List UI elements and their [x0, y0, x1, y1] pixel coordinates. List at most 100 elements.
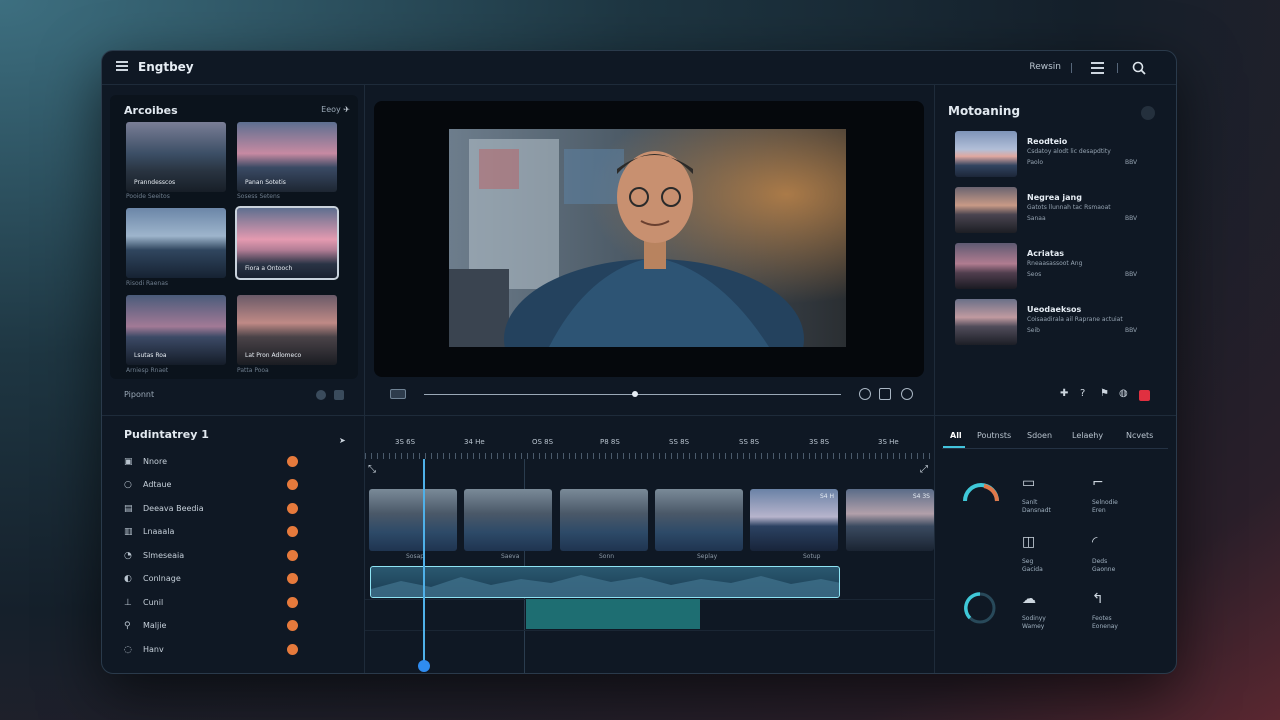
effect-item[interactable]: ◌ Hanv	[124, 644, 300, 658]
add-icon[interactable]: ✚	[1060, 388, 1068, 399]
arc-icon: ◜	[1092, 534, 1098, 550]
video-clip[interactable]: S4 3S	[846, 489, 934, 551]
ruler-label: OS 8S	[532, 438, 554, 446]
archives-panel: Arcoibes Eeoy ✈ Pranndesscos Pooide Seei…	[110, 95, 358, 379]
video-clip[interactable]	[560, 489, 648, 551]
archive-thumbnail[interactable]: Lat Pron Adlomeco	[237, 295, 337, 365]
tab-presets[interactable]: Poutnsts	[977, 431, 1011, 440]
clip-badge: S4 H	[819, 493, 834, 500]
effect-item[interactable]: ⚲ Maljie	[124, 620, 300, 634]
editor-window: Engtbey Rewsin Arcoibes Eeoy ✈ Pranndess…	[101, 50, 1177, 674]
video-clip[interactable]: S4 H	[750, 489, 838, 551]
search-icon[interactable]	[1132, 61, 1146, 75]
list-menu-icon[interactable]	[1091, 62, 1104, 77]
audio-track-clip[interactable]	[370, 566, 840, 598]
preview-frame	[449, 129, 846, 347]
monitoring-thumb	[955, 187, 1017, 233]
effect-toggle[interactable]	[287, 550, 298, 561]
hamburger-menu-icon[interactable]	[116, 61, 128, 71]
scrub-handle[interactable]	[632, 391, 638, 397]
video-clip[interactable]	[655, 489, 743, 551]
gauge-icon[interactable]	[962, 483, 1000, 503]
title-bar: Engtbey Rewsin	[102, 51, 1176, 85]
timecode-chip[interactable]	[390, 389, 406, 399]
monitoring-item[interactable]: Ueodaeksos Coisaadirala ail Raprane actu…	[955, 299, 1155, 347]
ruler-label: SS 8S	[739, 438, 760, 446]
video-clip[interactable]	[369, 489, 457, 551]
ruler-label: 34 He	[464, 438, 485, 446]
hook-icon: ⌐	[1092, 475, 1104, 491]
monitoring-item[interactable]: Negrea jang Gatots llunnah tac Rsmaoat S…	[955, 187, 1155, 235]
tab-scenes[interactable]: Sdoen	[1027, 431, 1052, 440]
curve-icon: ↰	[1092, 591, 1104, 607]
video-clip[interactable]	[464, 489, 552, 551]
video-preview[interactable]	[374, 101, 924, 377]
monitor-icon: ▭	[1022, 475, 1036, 491]
effect-toggle[interactable]	[287, 644, 298, 655]
expand-icon[interactable]: ⤢	[920, 464, 928, 475]
panel-icon: ▥	[124, 527, 133, 537]
archive-thumbnail[interactable]: Panan Sotetis	[237, 122, 337, 192]
tab-events[interactable]: Ncvets	[1126, 431, 1153, 440]
ruler-label: P8 8S	[600, 438, 620, 446]
playhead-handle[interactable]	[418, 660, 430, 672]
split-icon[interactable]	[879, 388, 891, 400]
pin-icon[interactable]: ➤	[339, 436, 346, 445]
split-view-icon: ◫	[1022, 534, 1036, 550]
effect-item[interactable]: ◔ Slmeseaia	[124, 550, 300, 564]
effect-item[interactable]: ▥ Lnaaala	[124, 526, 300, 540]
info-icon[interactable]	[901, 388, 913, 400]
effect-toggle[interactable]	[287, 573, 298, 584]
effect-toggle[interactable]	[287, 526, 298, 537]
effect-track-clip[interactable]	[526, 599, 700, 629]
archives-sort-button[interactable]: Eeoy ✈	[321, 105, 350, 114]
folder-icon[interactable]	[334, 390, 344, 400]
monitoring-thumb	[955, 299, 1017, 345]
collapse-icon[interactable]: ⤡	[368, 464, 376, 475]
globe-icon[interactable]: ◍	[1119, 388, 1128, 399]
effect-toggle[interactable]	[287, 456, 298, 467]
clip-label: Sonn	[599, 553, 615, 560]
spinner-icon[interactable]	[962, 590, 998, 626]
refresh-icon[interactable]	[316, 390, 326, 400]
monitoring-item[interactable]: Reodteio Csdatoy alodt lic desapdtity Pa…	[955, 131, 1155, 179]
thumb-caption: Arniesp Rnaet	[126, 367, 169, 374]
cloud-icon: ☁	[1022, 591, 1036, 607]
effect-toggle[interactable]	[287, 597, 298, 608]
monitoring-item[interactable]: Acriatas Rneaasassoot Ang Seos BBV	[955, 243, 1155, 291]
tab-divider	[942, 448, 1168, 449]
effect-item[interactable]: ▤ Deeava Beedia	[124, 503, 300, 517]
tab-library[interactable]: Lelaehy	[1072, 431, 1103, 440]
record-icon[interactable]	[1139, 390, 1150, 401]
clip-label: Saeva	[501, 553, 520, 560]
monitoring-search-icon[interactable]	[1141, 106, 1155, 120]
divider	[934, 85, 935, 673]
monitoring-thumb	[955, 243, 1017, 289]
effect-toggle[interactable]	[287, 503, 298, 514]
archives-title: Arcoibes	[124, 104, 178, 117]
clip-label: Seplay	[697, 553, 718, 560]
divider	[364, 85, 365, 673]
thumb-caption: Risodi Raenas	[126, 280, 169, 287]
archive-thumbnail[interactable]	[126, 208, 226, 278]
archive-thumbnail[interactable]: Pranndesscos	[126, 122, 226, 192]
archive-thumbnail[interactable]: Lsutas Roa	[126, 295, 226, 365]
effect-item[interactable]: ▣ Nnore	[124, 456, 300, 470]
effect-item[interactable]: ◐ Conlnage	[124, 573, 300, 587]
playhead[interactable]	[423, 459, 425, 667]
track-divider	[365, 630, 934, 631]
effect-item[interactable]: ⊥ Cunil	[124, 597, 300, 611]
tab-all[interactable]: All	[950, 431, 962, 440]
archive-thumbnail-selected[interactable]: Fiora a Ontooch	[235, 206, 339, 280]
divider	[102, 415, 1176, 416]
loop-icon[interactable]	[859, 388, 871, 400]
flag-icon[interactable]: ⚑	[1100, 388, 1109, 399]
timeline-ruler[interactable]	[365, 453, 935, 459]
effect-toggle[interactable]	[287, 620, 298, 631]
effect-toggle[interactable]	[287, 479, 298, 490]
title-separator	[1071, 63, 1072, 73]
clip-label: Sotup	[803, 553, 821, 560]
effect-item[interactable]: ○ Adtaue	[124, 479, 300, 493]
header-right-label[interactable]: Rewsin	[1029, 62, 1061, 72]
help-icon[interactable]: ?	[1080, 388, 1085, 399]
